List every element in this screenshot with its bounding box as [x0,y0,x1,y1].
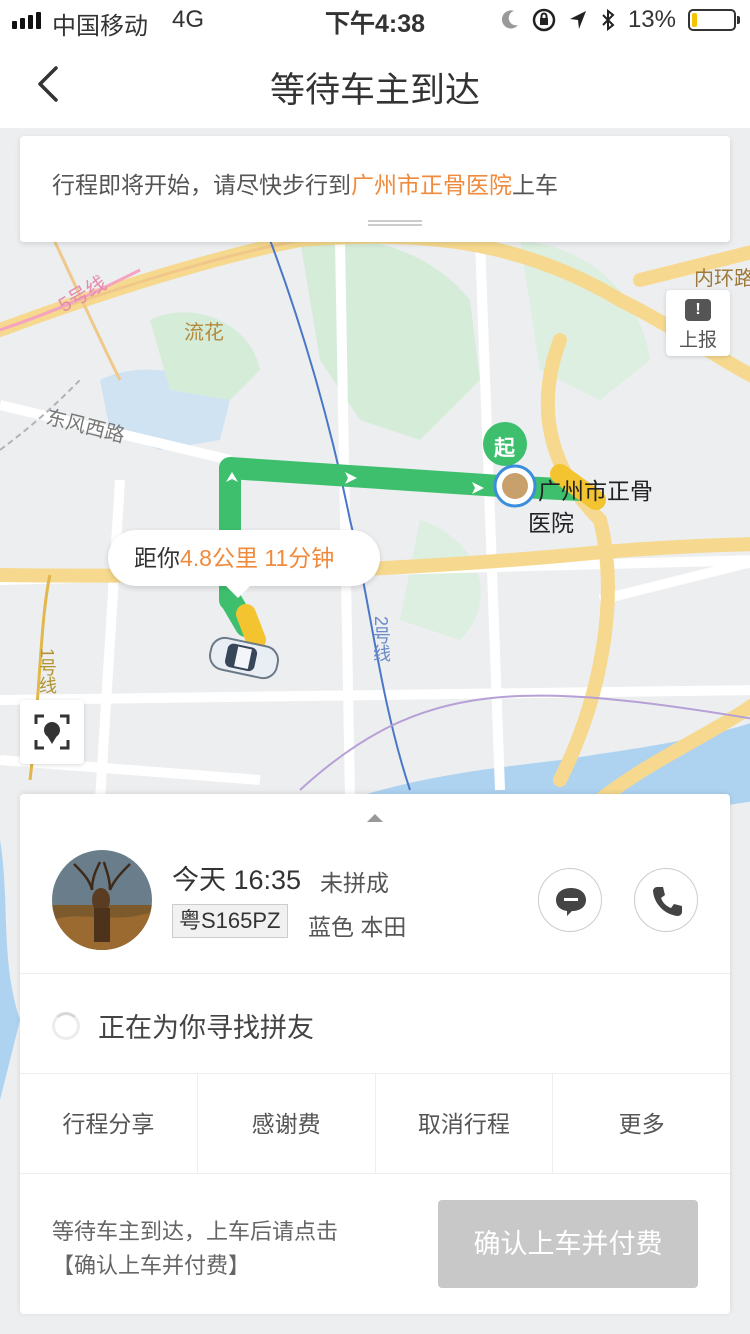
footer: 等待车主到达，上车后请点击 【确认上车并付费】 确认上车并付费 [20,1174,730,1314]
expand-arrow-icon[interactable] [367,814,383,822]
nav-bar: 等待车主到达 [0,40,750,128]
loading-spinner-icon [52,1012,80,1040]
message-button[interactable] [538,868,602,932]
driver-info: 今天 16:35 未拼成 粤S165PZ 蓝色 本田 [20,838,730,974]
report-icon: ! [685,299,711,321]
cancel-trip-button[interactable]: 取消行程 [376,1074,554,1173]
locate-button[interactable] [20,700,84,764]
avatar [52,850,152,950]
confirm-boarding-button[interactable]: 确认上车并付费 [438,1200,698,1288]
bluetooth-icon [602,8,615,32]
pool-search-text: 正在为你寻找拼友 [98,1013,314,1043]
map-label-dest-line1: 广州市正骨 [538,478,653,504]
notice-text: 行程即将开始，请尽快步行到广州市正骨医院上车 [52,172,558,198]
page-title: 等待车主到达 [269,71,480,110]
status-bar: 中国移动 4G 下午4:38 13% [0,0,750,40]
moon-icon [501,10,518,29]
location-arrow-icon [569,11,586,29]
license-plate: 粤S165PZ [172,904,288,938]
distance-value: 4.8公里 11分钟 [180,545,335,571]
action-bar: 行程分享 感谢费 取消行程 更多 [20,1074,730,1174]
locate-icon [34,714,70,750]
drag-handle[interactable] [368,220,422,226]
map-label-dest-line2: 医院 [528,510,574,536]
report-label: 上报 [678,330,717,351]
pool-status: 未拼成 [320,870,389,896]
hint-text-line2: 【确认上车并付费】 [52,1253,251,1278]
battery-percent: 13% [627,6,676,33]
call-button[interactable] [634,868,698,932]
map-label-line1: 1号线 [37,648,57,695]
tip-button[interactable]: 感谢费 [198,1074,376,1173]
phone-icon [653,887,682,916]
pickup-time: 今天 16:35 [172,865,302,895]
report-button[interactable]: ! 上报 [666,290,730,356]
pool-search: 正在为你寻找拼友 [20,974,730,1074]
rotation-lock-icon [532,8,556,32]
hint-text-line1: 等待车主到达，上车后请点击 [52,1219,339,1244]
chat-icon [556,888,586,916]
map-label-neihuan: 内环路 [694,268,750,290]
distance-bubble: 距你4.8公里 11分钟 [108,530,380,598]
map-label-line2: 2号线 [371,616,391,663]
start-badge: 起 [494,437,515,460]
car-description: 蓝色 本田 [308,914,407,940]
pickup-place: 广州市正骨医院 [351,172,512,198]
more-button[interactable]: 更多 [553,1074,730,1173]
battery-icon [688,9,740,31]
share-trip-button[interactable]: 行程分享 [20,1074,198,1173]
map-label-liuhua: 流花 [184,322,224,344]
trip-notice[interactable]: 行程即将开始，请尽快步行到广州市正骨医院上车 [20,136,730,242]
trip-card: 今天 16:35 未拼成 粤S165PZ 蓝色 本田 正在为你寻找拼友 行程分享… [20,794,730,1314]
